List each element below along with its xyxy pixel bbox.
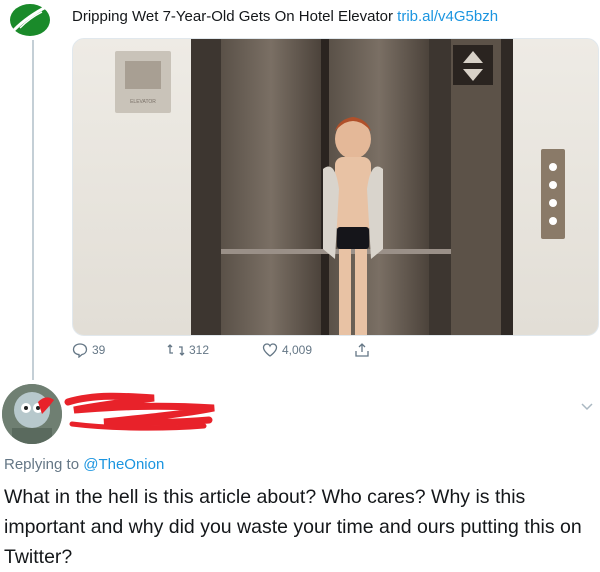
like-count: 4,009 <box>282 343 313 357</box>
heart-icon <box>262 343 278 357</box>
tweet-headline: Dripping Wet 7-Year-Old Gets On Hotel El… <box>72 8 393 25</box>
tweet-text: Dripping Wet 7-Year-Old Gets On Hotel El… <box>72 8 498 25</box>
replying-to-prefix: Replying to <box>4 456 80 473</box>
retweet-icon <box>167 344 185 356</box>
chevron-down-icon[interactable] <box>580 402 594 412</box>
tweet-media-image[interactable]: ELEVATOR <box>72 38 599 336</box>
redacted-name-scribble <box>64 392 215 431</box>
replying-to-line: Replying to @TheOnion <box>4 456 164 473</box>
retweet-button[interactable]: 312 <box>167 342 209 358</box>
reply-button[interactable]: 39 <box>72 342 105 358</box>
retweet-count: 312 <box>189 343 210 357</box>
reply-icon <box>72 343 88 358</box>
elevator-sign-label: ELEVATOR <box>130 99 156 105</box>
onion-logo-avatar[interactable] <box>6 0 56 38</box>
tweet-action-bar: 39 312 4,009 <box>72 342 472 364</box>
like-button[interactable]: 4,009 <box>262 342 312 358</box>
share-icon <box>355 343 369 357</box>
tweet-link[interactable]: trib.al/v4G5bzh <box>397 8 498 25</box>
reply-author-avatar[interactable] <box>2 384 62 444</box>
reply-text: What in the hell is this article about? … <box>4 486 582 568</box>
reply-count: 39 <box>92 343 106 357</box>
thread-line <box>32 40 34 380</box>
elevator-photo: ELEVATOR <box>73 39 598 335</box>
replying-to-handle[interactable]: @TheOnion <box>83 456 164 473</box>
share-button[interactable] <box>354 342 370 358</box>
